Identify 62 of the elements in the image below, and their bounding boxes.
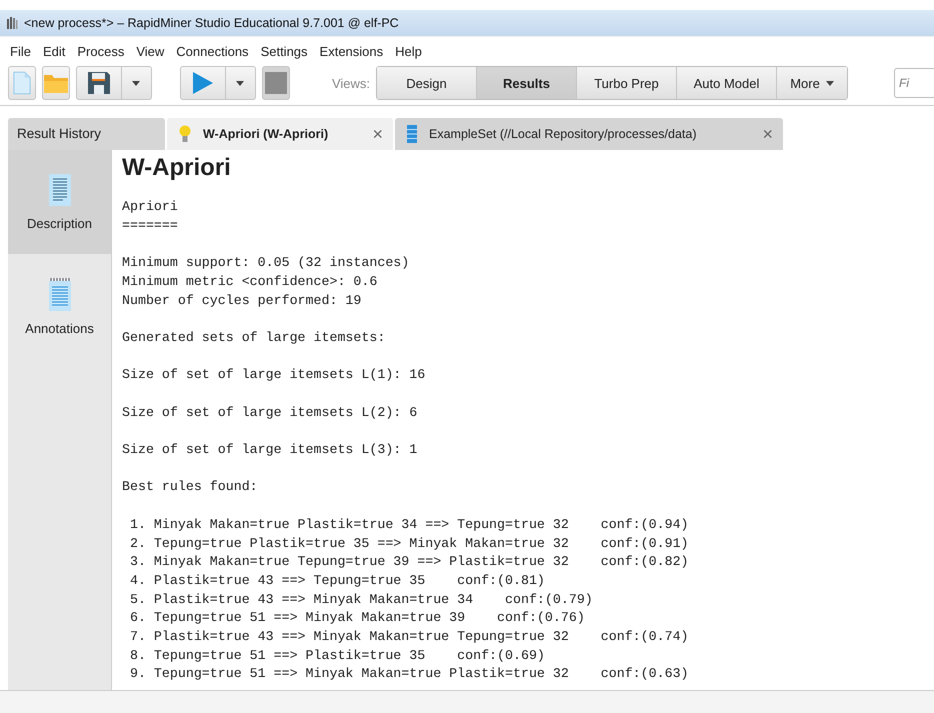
output-line: Size of set of large itemsets L(1): 16 <box>122 366 426 384</box>
output-line: 9. Tepung=true 51 ==> Minyak Makan=true Plastik=true 32 conf:(0.63) <box>128 665 690 684</box>
output-line: 2. Tepung=true Plastik=true 35 ==> Minyak Makan=true 32 conf:(0.91) <box>128 534 690 553</box>
output-line: Minimum support: 0.05 (32 instances) <box>122 254 410 272</box>
output-line: 4. Plastik=true 43 ==> Tepung=true 35 conf:(0.81) <box>128 572 546 590</box>
play-icon <box>192 71 214 95</box>
run-button[interactable] <box>180 66 226 100</box>
sidebar-item[interactable]: Description <box>8 150 111 254</box>
result-tab[interactable]: W-Apriori (W-Apriori) × <box>167 118 393 150</box>
view-tab[interactable]: Turbo Prep <box>577 67 677 99</box>
close-icon[interactable]: × <box>372 124 383 144</box>
view-tab[interactable]: More <box>777 67 847 99</box>
output-line: Number of cycles performed: 19 <box>122 292 362 310</box>
output-line: Apriori <box>122 198 179 216</box>
open-button[interactable] <box>42 66 70 100</box>
menu-item[interactable]: Connections <box>170 44 255 61</box>
window-title: <new process*> – RapidMiner Studio Educational 9.7.001 @ elf-PC <box>24 16 399 30</box>
output-line: Best rules found: <box>122 478 259 496</box>
view-tab[interactable]: Auto Model <box>677 67 777 99</box>
result-title: W-Apriori <box>122 154 232 182</box>
output-line: Size of set of large itemsets L(2): 6 <box>122 404 418 422</box>
output-line: 7. Plastik=true 43 ==> Minyak Makan=true Tepung=true 32 conf:(0.74) <box>128 628 690 646</box>
stop-button[interactable] <box>262 66 290 100</box>
notepad-icon <box>48 276 70 310</box>
menu-item[interactable]: File <box>4 44 37 61</box>
menu-item[interactable]: View <box>130 44 170 61</box>
view-tab[interactable]: Design <box>377 67 477 99</box>
output-line: Minimum metric <confidence>: 0.6 <box>122 272 378 291</box>
menu-item[interactable]: Settings <box>254 44 314 61</box>
caret-icon <box>826 80 834 86</box>
close-icon[interactable]: × <box>762 124 773 144</box>
view-tab[interactable]: Results <box>477 67 577 99</box>
result-history-tab[interactable]: Result History <box>8 118 165 150</box>
document-icon <box>48 174 70 206</box>
output-line: ======= <box>122 216 179 235</box>
lightbulb-icon <box>179 125 191 143</box>
search-field[interactable]: Fi <box>894 68 934 98</box>
menu-item[interactable]: Process <box>71 44 130 61</box>
caret-icon <box>236 80 244 86</box>
stop-icon <box>264 72 287 94</box>
document-icon <box>12 71 31 95</box>
output-line: 5. Plastik=true 43 ==> Minyak Makan=true 34 conf:(0.79) <box>128 590 594 609</box>
output-line: 8. Tepung=true 51 ==> Plastik=true 35 conf:(0.69) <box>128 646 546 665</box>
folder-icon <box>42 72 69 94</box>
menu-item[interactable]: Extensions <box>314 44 390 61</box>
save-dropdown-button[interactable] <box>122 66 152 100</box>
menu-item[interactable]: Edit <box>36 44 72 61</box>
save-button[interactable] <box>76 66 122 100</box>
output-line: 6. Tepung=true 51 ==> Minyak Makan=true 39 conf:(0.76) <box>128 609 586 628</box>
output-line: 1. Minyak Makan=true Plastik=true 34 ==> Tepung=true 32 conf:(0.94) <box>128 516 690 534</box>
app-logo-icon <box>6 16 18 30</box>
views-label: Views: <box>332 76 370 90</box>
new-process-button[interactable] <box>8 66 36 100</box>
run-dropdown-button[interactable] <box>226 66 256 100</box>
caret-icon <box>132 80 140 86</box>
output-line: Generated sets of large itemsets: <box>122 328 386 347</box>
result-tab[interactable]: ExampleSet (//Local Repository/processes/data) × <box>395 118 783 150</box>
sidebar-item[interactable]: Annotations <box>8 254 111 358</box>
table-icon <box>407 125 417 143</box>
output-line: Size of set of large itemsets L(3): 1 <box>122 441 418 460</box>
output-line: 3. Minyak Makan=true Tepung=true 39 ==> Plastik=true 32 conf:(0.82) <box>128 553 690 572</box>
menu-item[interactable]: Help <box>389 44 428 61</box>
